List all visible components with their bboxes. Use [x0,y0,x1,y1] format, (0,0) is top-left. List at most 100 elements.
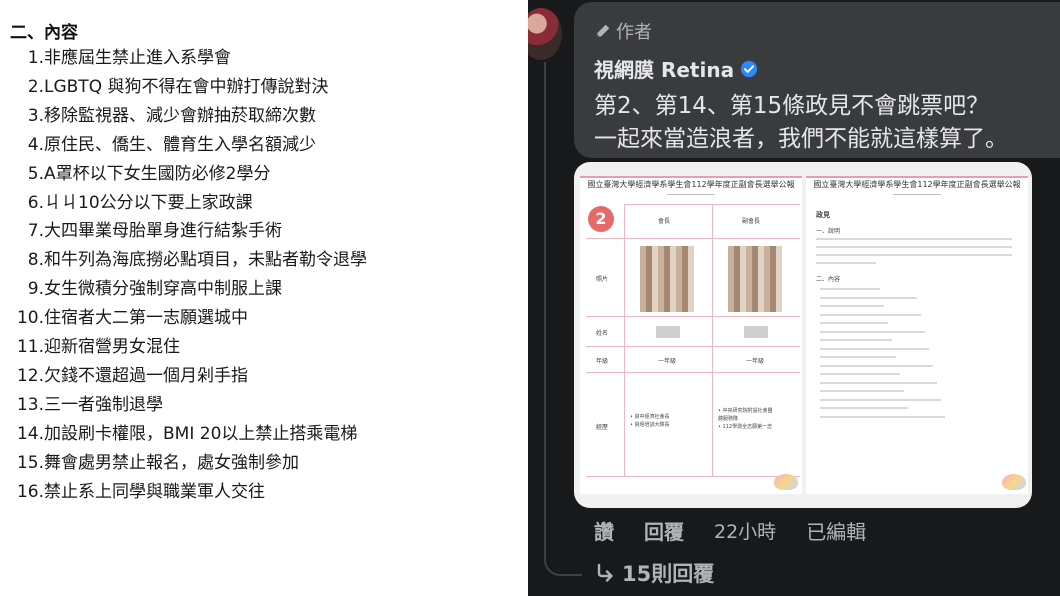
proposal-document: 二、內容 1.非應屆生禁止進入系學會 2.LGBTQ 與狗不得在會中辦打傳說對決 3… [0,0,528,596]
list-item-number: 12. [16,365,44,386]
grade-vice: 一年級 [746,358,765,365]
bulletin-page-policies: 國立臺灣大學經濟學系學生會112學年度正副會長選舉公報 ────────────… [806,176,1028,494]
attached-image[interactable]: 國立臺灣大學經濟學系學生會112學年度正副會長選舉公報 ────────────… [574,162,1032,508]
list-item-number: 14. [16,423,44,444]
list-item: 10.住宿者大二第一志願選城中 [0,307,248,329]
experience-vice-3: • 112學測全志願第一志 [718,424,773,430]
list-item-number: 16. [16,481,44,502]
text-line [820,339,892,341]
list-item-text: 和牛列為海底撈必點項目，未點者勒令退學 [44,250,367,271]
replies-count-label[interactable]: 15則回覆 [622,558,714,588]
table-border [586,238,800,239]
commenter-name[interactable]: 視網膜 Retina [594,54,734,83]
list-item-text: 欠錢不還超過一個月剁手指 [44,365,248,386]
list-item-number: 1. [27,48,44,68]
row-label-name: 姓名 [596,330,609,337]
text-line [820,313,921,316]
bulletin-title: 國立臺灣大學經濟學系學生會112學年度正副會長選舉公報 [813,180,1021,189]
list-item: 16.禁止系上同學與職業軍人交往 [0,481,265,503]
list-item: 13.三一者強制退學 [0,394,163,416]
text-line [816,262,876,264]
decorative-logo [1002,474,1026,490]
table-border [624,204,625,476]
policy-title: 政見 [816,211,830,219]
list-item-text: LGBTQ 與狗不得在會中辦打傳說對決 [44,76,329,97]
text-line [820,398,941,401]
table-border [586,316,800,317]
blurred-name-vice [744,326,768,338]
text-line [820,347,929,350]
comment-panel: 作者 視網膜 Retina 第2、第14、第15條政見不會跳票吧？ 一起來當造浪… [528,0,1060,596]
list-item-text: A罩杯以下女生國防必修2學分 [44,163,271,184]
page-accent-bar [580,176,802,178]
list-item: 2.LGBTQ 與狗不得在會中辦打傳說對決 [0,76,329,98]
list-item-text: 女生微積分強制穿高中制服上課 [44,279,282,300]
list-item-text: 非應屆生禁止進入系學會 [44,48,231,68]
text-line [820,330,925,333]
edited-label[interactable]: 已編輯 [806,516,866,545]
text-line [820,364,933,367]
list-item: 7.大四畢業母胎單身進行結紮手術 [0,220,282,242]
commenter-row: 視網膜 Retina [594,54,758,83]
author-badge-label: 作者 [616,22,652,43]
view-replies-link[interactable]: 15則回覆 [594,558,714,588]
list-item-text: 舞會處男禁止報名，處女強制參加 [44,452,299,473]
text-line [820,356,896,358]
experience-chair-2: • 資經培訓大隊長 [630,422,670,428]
like-button[interactable]: 讚 [594,516,614,545]
list-item: 5.A罩杯以下女生國防必修2學分 [0,163,271,185]
list-item-number: 8. [27,250,44,271]
policy-section-1: 一、說明 [816,228,841,235]
list-item: 8.和牛列為海底撈必點項目，未點者勒令退學 [0,249,367,271]
row-label-grade: 年級 [596,358,609,365]
comment-actions: 讚 回覆 22小時 已編輯 [594,516,896,545]
list-item: 12.欠錢不還超過一個月剁手指 [0,365,248,387]
list-item-number: 4. [27,134,44,155]
list-item-number: 10. [16,308,44,329]
text-line [820,381,937,384]
comment-text-line-1: 第2、第14、第15條政見不會跳票吧？ [594,93,990,119]
grade-chair: 一年級 [658,358,677,365]
list-item-text: 三一者強制退學 [44,394,163,415]
verified-badge-icon [740,60,758,77]
reply-arrow-icon [597,563,613,582]
list-item-text: 迎新宿營男女混住 [44,337,180,357]
text-line [820,305,884,307]
list-item-text: 移除監視器、減少會辦抽菸取締次數 [44,105,316,126]
avatar[interactable] [528,8,562,60]
comment-bubble: 作者 視網膜 Retina 第2、第14、第15條政見不會跳票吧？ 一起來當造浪… [574,2,1060,158]
table-border [586,476,800,477]
list-item-text: 原住民、僑生、體育生入學名額減少 [44,134,316,155]
bulletin-page-candidates: 國立臺灣大學經濟學系學生會112學年度正副會長選舉公報 ────────────… [580,176,802,494]
list-item-number: 15. [16,452,44,473]
list-item: 3.移除監視器、減少會辦抽菸取締次數 [0,105,316,127]
section-heading: 二、內容 [10,23,78,43]
col-header-vice: 副會長 [742,218,761,225]
list-item-number: 3. [27,105,44,126]
candidate-photo-vice [728,246,782,312]
text-line [816,246,1012,248]
page-accent-bar [806,176,1028,178]
text-line [820,390,904,392]
list-item-text: ㄐㄐ10公分以下要上家政課 [44,192,253,213]
text-line [816,238,1012,240]
candidate-photo-chair [640,246,694,312]
timestamp[interactable]: 22小時 [714,517,776,544]
list-item-text: 大四畢業母胎單身進行結紮手術 [44,221,282,242]
decorative-logo [774,474,798,490]
experience-vice-1: • 中央研究院附設社會團 [718,408,773,414]
list-item: 11.迎新宿營男女混住 [0,336,180,358]
list-item: 14.加設刷卡權限，BMI 20以上禁止搭乘電梯 [0,423,357,445]
text-line [820,373,900,375]
table-border [586,346,800,347]
row-label-photo: 照片 [596,276,609,283]
list-item-number: 2. [27,76,44,97]
list-item: 6.ㄐㄐ10公分以下要上家政課 [0,192,253,214]
text-line [820,322,888,324]
text-line [820,415,945,418]
table-border [586,372,800,373]
list-item-number: 5. [27,163,44,184]
blurred-name-chair [656,326,680,338]
list-item: 9.女生微積分強制穿高中制服上課 [0,278,282,300]
reply-button[interactable]: 回覆 [644,516,684,545]
